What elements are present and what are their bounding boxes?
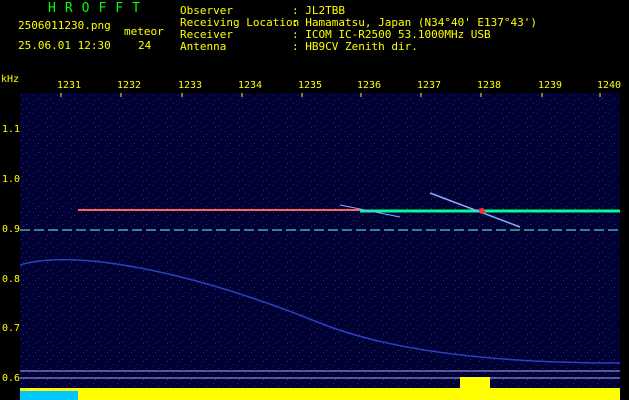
- y-tick: 0.6: [2, 373, 21, 384]
- x-tick: 1236: [357, 80, 382, 91]
- y-tick: 0.9: [2, 224, 21, 235]
- meteor-label: meteor: [124, 25, 164, 38]
- meteor-head: [479, 208, 485, 214]
- y-tick: 0.8: [2, 274, 21, 285]
- spectrogram-plot: [20, 93, 620, 400]
- x-tick: 1239: [538, 80, 563, 91]
- y-tick: 0.7: [2, 323, 21, 334]
- x-tick: 1232: [117, 80, 142, 91]
- antenna-value: : HB9CV Zenith dir.: [292, 40, 418, 53]
- app-title: HROFFT: [48, 1, 149, 16]
- noise-background: [20, 93, 620, 400]
- antenna-label: Antenna: [180, 40, 227, 53]
- x-tick: 1234: [238, 80, 263, 91]
- y-axis-unit: kHz: [1, 74, 20, 85]
- x-tick: 1233: [178, 80, 203, 91]
- header-panel: HROFFT 2506011230.png meteor 25.06.01 12…: [0, 0, 629, 72]
- spectrogram-canvas: [20, 93, 620, 400]
- filename-label: 2506011230.png: [18, 19, 111, 32]
- meteor-count: 24: [138, 39, 152, 52]
- x-tick: 1231: [57, 80, 82, 91]
- x-tick: 1237: [417, 80, 442, 91]
- y-tick: 1.1: [2, 124, 21, 135]
- x-tick: 1235: [298, 80, 323, 91]
- y-tick: 1.0: [2, 174, 21, 185]
- x-tick: 1238: [477, 80, 502, 91]
- x-tick: 1240: [597, 80, 622, 91]
- datetime-label: 25.06.01 12:30: [18, 39, 111, 52]
